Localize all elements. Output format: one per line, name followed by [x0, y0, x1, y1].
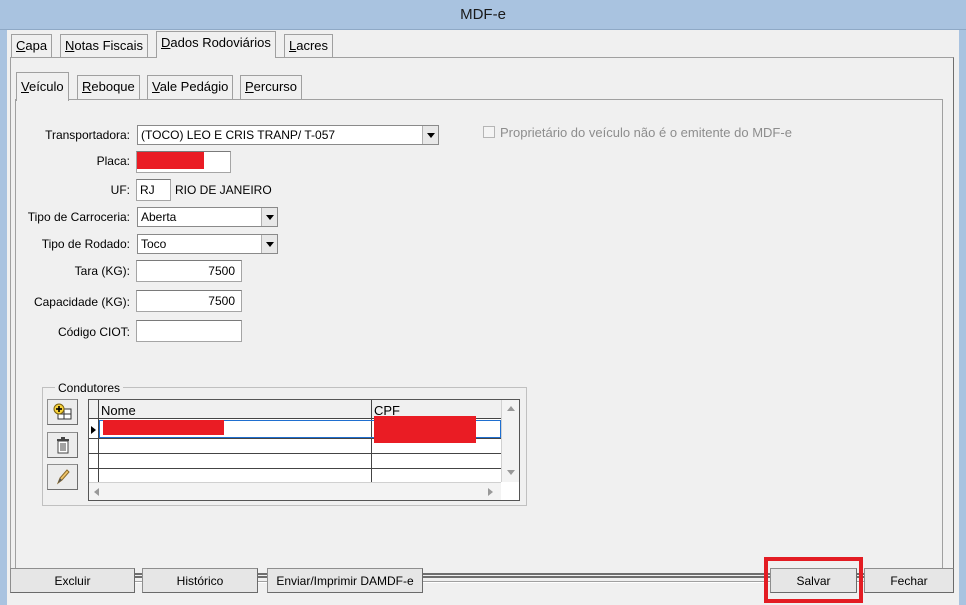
grid-column-line [371, 400, 372, 482]
delete-condutor-button[interactable] [47, 432, 78, 458]
tab-reboque[interactable]: Reboque [77, 75, 140, 99]
fechar-button[interactable]: Fechar [864, 568, 954, 593]
enviar-imprimir-button[interactable]: Enviar/Imprimir DAMDF-e [267, 568, 423, 593]
tab-capa[interactable]: Capa [11, 34, 53, 58]
capacidade-input[interactable]: 7500 [136, 290, 242, 312]
tab-percurso[interactable]: Percurso [240, 75, 303, 99]
tara-label: Tara (KG): [74, 264, 130, 278]
transportadora-select[interactable]: (TOCO) LEO E CRIS TRANP/ T-057 [137, 125, 439, 145]
edit-condutor-button[interactable] [47, 464, 78, 490]
excluir-button[interactable]: Excluir [10, 568, 135, 593]
grid-row-line [89, 453, 501, 454]
chevron-down-icon[interactable] [261, 235, 277, 253]
scroll-right-icon[interactable] [488, 488, 493, 496]
cpf-redaction [374, 416, 476, 443]
chevron-down-icon[interactable] [261, 208, 277, 226]
grid-horizontal-scrollbar[interactable] [89, 482, 501, 500]
scroll-up-icon[interactable] [507, 406, 515, 411]
tab-veiculo[interactable]: Veículo [16, 72, 69, 101]
ciot-label: Código CIOT: [57, 325, 130, 339]
window-frame-right [959, 30, 966, 605]
carroceria-select[interactable]: Aberta [137, 207, 278, 227]
grid-vertical-scrollbar[interactable] [501, 400, 519, 482]
carroceria-label: Tipo de Carroceria: [27, 210, 130, 224]
capacidade-label: Capacidade (KG): [33, 295, 130, 309]
rodado-label: Tipo de Rodado: [41, 237, 130, 251]
tara-input[interactable]: 7500 [136, 260, 242, 282]
chevron-down-icon[interactable] [422, 126, 438, 144]
trash-icon [56, 437, 69, 454]
tab-notas-fiscais[interactable]: Notas Fiscais [60, 34, 149, 58]
proprietario-label: Proprietário do veículo não é o emitente… [500, 125, 792, 140]
grid-indicator-line [98, 400, 99, 482]
tab-vale-pedagio[interactable]: Vale Pedágio [147, 75, 234, 99]
window-client: Capa Notas Fiscais Dados Rodoviários Lac… [7, 30, 959, 605]
uf-input[interactable]: RJ [136, 179, 171, 201]
add-row-icon [53, 403, 71, 420]
placa-label: Placa: [96, 154, 130, 168]
uf-label: UF: [110, 183, 130, 197]
column-nome[interactable]: Nome [101, 403, 136, 418]
condutores-grid[interactable]: Nome CPF [88, 399, 520, 501]
transportadora-label: Transportadora: [45, 128, 130, 142]
scroll-down-icon[interactable] [507, 470, 515, 475]
tab-lacres[interactable]: Lacres [284, 34, 334, 58]
window-title: MDF-e [0, 0, 966, 30]
nome-redaction [103, 420, 224, 435]
row-pointer-icon [91, 426, 96, 434]
window-frame-left [0, 30, 7, 605]
scroll-left-icon[interactable] [94, 488, 99, 496]
ciot-input[interactable] [136, 320, 242, 342]
placa-redaction [137, 152, 204, 169]
condutores-title: Condutores [55, 381, 124, 395]
pencil-icon [56, 469, 70, 485]
historico-button[interactable]: Histórico [142, 568, 258, 593]
uf-name: RIO DE JANEIRO [175, 183, 272, 197]
proprietario-checkbox[interactable] [483, 126, 495, 138]
rodado-select[interactable]: Toco [137, 234, 278, 254]
salvar-highlight [764, 557, 863, 603]
add-condutor-button[interactable] [47, 399, 78, 425]
grid-row-line [89, 468, 501, 469]
tab-dados-rodoviarios[interactable]: Dados Rodoviários [156, 31, 276, 58]
